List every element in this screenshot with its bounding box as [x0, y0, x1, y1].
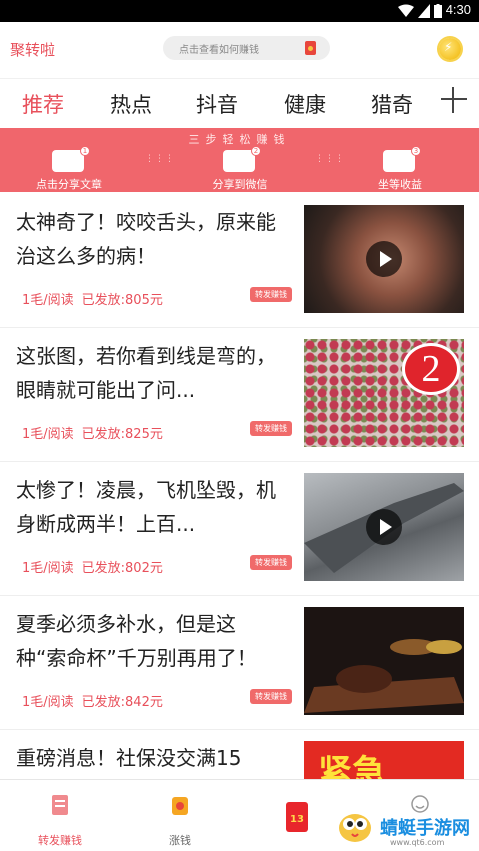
- article-thumbnail[interactable]: 2: [304, 339, 464, 447]
- coin-icon[interactable]: [439, 38, 461, 60]
- share-earn-tag[interactable]: 转发赚钱: [250, 287, 292, 302]
- number-badge: 2: [402, 343, 460, 395]
- nav-share-earn[interactable]: 转发赚钱: [0, 780, 120, 851]
- category-tabs: 推荐 热点 抖音 健康 猎奇: [0, 78, 479, 128]
- share-earn-tag[interactable]: 转发赚钱: [250, 555, 292, 570]
- red-envelope-icon: 13: [286, 802, 308, 832]
- step-number: 1: [80, 146, 90, 156]
- article-rate: 1毛/阅读: [22, 293, 74, 308]
- step-label: 分享到微信: [212, 178, 268, 191]
- watermark-text: 蜻蜓手游网: [380, 818, 470, 839]
- article-thumbnail[interactable]: [304, 205, 464, 313]
- article-paid: 已发放:802元: [81, 561, 163, 576]
- earn-steps-banner[interactable]: 三步轻松赚钱 1 点击分享文章 ⋮⋮⋮ 2 分享到微信 ⋮⋮⋮ 3 坐等收益: [0, 128, 479, 192]
- red-envelope-icon: [305, 41, 316, 55]
- wechat-icon: [223, 150, 255, 172]
- article-paid: 已发放:842元: [81, 695, 163, 710]
- play-icon[interactable]: [366, 241, 402, 277]
- money-bag-icon: [172, 797, 188, 815]
- search-bar[interactable]: 点击查看如何赚钱: [163, 36, 330, 60]
- step-label: 坐等收益: [378, 178, 422, 191]
- share-earn-tag[interactable]: 转发赚钱: [250, 689, 292, 704]
- envelope-badge: 13: [290, 814, 304, 825]
- nav-label: 转发赚钱: [38, 834, 82, 847]
- search-placeholder: 点击查看如何赚钱: [179, 45, 259, 56]
- article-item[interactable]: 太神奇了！咬咬舌头，原来能治这么多的病！ 1毛/阅读 已发放:805元 转发赚钱: [0, 193, 479, 328]
- article-meta: 1毛/阅读 已发放:802元: [22, 557, 171, 576]
- article-rate: 1毛/阅读: [22, 561, 74, 576]
- battery-icon: [434, 4, 442, 18]
- step-number: 3: [411, 146, 421, 156]
- step-number: 2: [251, 146, 261, 156]
- article-rate: 1毛/阅读: [22, 695, 74, 710]
- tab-douyin[interactable]: 抖音: [196, 89, 238, 119]
- article-item[interactable]: 太惨了！凌晨，飞机坠毁，机身断成两半！上百... 1毛/阅读 已发放:802元 转…: [0, 461, 479, 596]
- step-separator: ⋮⋮⋮: [315, 154, 345, 164]
- play-icon[interactable]: [366, 509, 402, 545]
- tab-curiosity[interactable]: 猎奇: [371, 89, 413, 119]
- add-tab-icon[interactable]: [439, 85, 469, 115]
- site-watermark: 蜻蜓手游网 www.qt6.com: [330, 798, 479, 850]
- banner-title: 三步轻松赚钱: [188, 133, 291, 146]
- banner-step-3: 3 坐等收益: [345, 146, 455, 192]
- nav-earn-more[interactable]: 涨钱: [120, 780, 240, 851]
- article-item[interactable]: 夏季必须多补水，但是这种“索命杯”千万别再用了！ 1毛/阅读 已发放:842元 转…: [0, 595, 479, 730]
- mascot-logo: [339, 814, 371, 842]
- signal-icon: [418, 4, 430, 18]
- article-title: 夏季必须多补水，但是这种“索命杯”千万别再用了！: [16, 612, 257, 670]
- article-thumbnail[interactable]: [304, 473, 464, 581]
- wifi-icon: [398, 4, 414, 17]
- banner-step-1: 1 点击分享文章: [14, 146, 124, 192]
- teapot-tray-shape: [304, 639, 464, 713]
- nav-label: 涨钱: [169, 834, 191, 847]
- article-icon: [52, 150, 84, 172]
- step-label: 点击分享文章: [36, 178, 102, 191]
- status-bar: 4:30: [0, 0, 479, 22]
- tab-health[interactable]: 健康: [284, 89, 326, 119]
- article-item[interactable]: 这张图，若你看到线是弯的，眼睛就可能出了问... 1毛/阅读 已发放:825元 转…: [0, 327, 479, 462]
- status-time: 4:30: [445, 2, 471, 17]
- article-title: 太神奇了！咬咬舌头，原来能治这么多的病！: [16, 210, 276, 268]
- article-title: 太惨了！凌晨，飞机坠毁，机身断成两半！上百...: [16, 478, 276, 536]
- article-thumbnail[interactable]: [304, 607, 464, 715]
- tab-hot[interactable]: 热点: [110, 89, 152, 119]
- doc-icon: [52, 795, 68, 815]
- app-brand: 聚转啦: [10, 41, 56, 59]
- article-paid: 已发放:825元: [81, 427, 163, 442]
- banner-step-2: 2 分享到微信: [185, 146, 295, 192]
- article-meta: 1毛/阅读 已发放:805元: [22, 289, 171, 308]
- article-rate: 1毛/阅读: [22, 427, 74, 442]
- article-title: 这张图，若你看到线是弯的，眼睛就可能出了问...: [16, 344, 276, 402]
- step-separator: ⋮⋮⋮: [145, 154, 175, 164]
- app-header: 聚转啦 点击查看如何赚钱: [0, 22, 479, 78]
- share-earn-tag[interactable]: 转发赚钱: [250, 421, 292, 436]
- article-meta: 1毛/阅读 已发放:825元: [22, 423, 171, 442]
- article-meta: 1毛/阅读 已发放:842元: [22, 691, 171, 710]
- article-paid: 已发放:805元: [81, 293, 163, 308]
- watermark-url: www.qt6.com: [390, 838, 445, 847]
- tab-recommend[interactable]: 推荐: [22, 89, 64, 119]
- coins-icon: [383, 150, 415, 172]
